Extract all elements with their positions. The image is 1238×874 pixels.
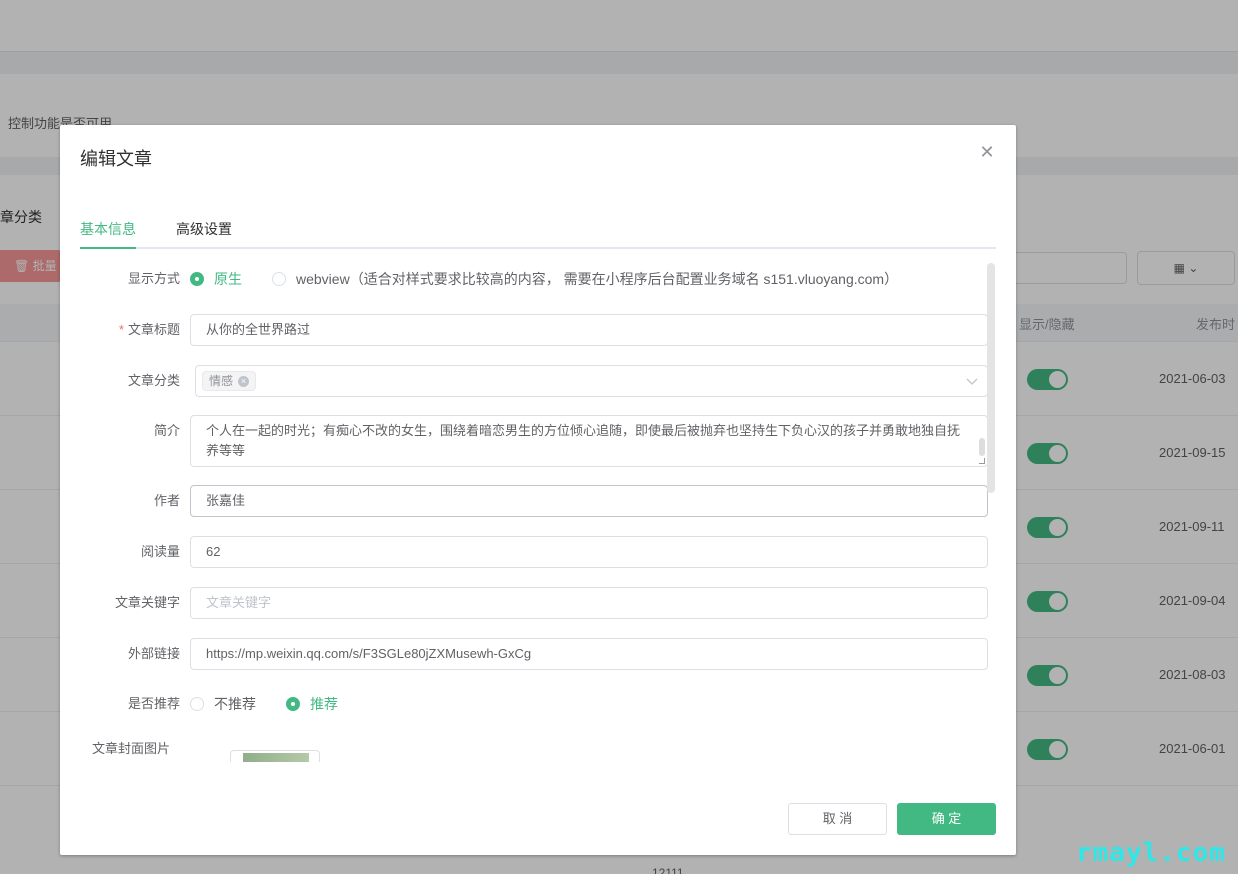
radio-native[interactable]: 原生 (190, 269, 242, 289)
summary-textarea[interactable]: 个人在一起的时光；有痴心不改的女生，围绕着暗恋男生的方位倾心追随，即使最后被抛弃… (190, 415, 988, 467)
recommend-radio-group: 不推荐 推荐 (190, 688, 368, 720)
form-row-keywords: 文章关键字 文章关键字 (80, 587, 988, 619)
link-input[interactable]: https://mp.weixin.qq.com/s/F3SGLe80jZXMu… (190, 638, 988, 670)
active-tab-indicator (80, 247, 136, 249)
summary-label: 简介 (153, 423, 180, 438)
keywords-input[interactable]: 文章关键字 (190, 587, 988, 619)
required-asterisk: * (118, 322, 124, 337)
watermark: rmayl.com (1076, 838, 1226, 868)
radio-dot (190, 272, 204, 286)
display-mode-radio-group: 原生 webview（适合对样式要求比较高的内容， 需要在小程序后台配置业务域名… (190, 263, 928, 295)
title-input[interactable]: 从你的全世界路过 (190, 314, 988, 346)
summary-text: 个人在一起的时光；有痴心不改的女生，围绕着暗恋男生的方位倾心追随，即使最后被抛弃… (206, 423, 961, 458)
form-row-title: * 文章标题 从你的全世界路过 (80, 314, 988, 346)
tab-advanced-settings[interactable]: 高级设置 (176, 219, 232, 239)
tag-close-icon[interactable]: × (238, 375, 250, 387)
tab-basic-info[interactable]: 基本信息 (80, 219, 136, 239)
cover-image-thumbnail (243, 753, 309, 762)
dialog-title: 编辑文章 (80, 149, 152, 169)
cover-image-uploader[interactable] (230, 750, 320, 762)
radio-dot (286, 697, 300, 711)
form-row-summary: 简介 个人在一起的时光；有痴心不改的女生，围绕着暗恋男生的方位倾心追随，即使最后… (80, 415, 988, 467)
form-row-cover: 文章封面图片 (80, 740, 988, 763)
author-input[interactable]: 张嘉佳 (190, 485, 988, 517)
confirm-button[interactable]: 确 定 (897, 803, 996, 835)
textarea-scrollbar[interactable] (979, 438, 985, 456)
radio-dot (190, 697, 204, 711)
radio-recommend-label: 推荐 (310, 696, 338, 712)
category-select[interactable]: 情感 × (195, 365, 988, 397)
display-mode-label: 显示方式 (127, 271, 180, 286)
tab-bar: 基本信息 高级设置 (80, 215, 996, 249)
radio-webview-label: webview（适合对样式要求比较高的内容， 需要在小程序后台配置业务域名 s1… (296, 271, 899, 287)
category-tag: 情感 × (202, 371, 257, 391)
keywords-placeholder: 文章关键字 (206, 595, 272, 610)
title-label-text: 文章标题 (127, 322, 180, 337)
author-label: 作者 (153, 493, 180, 508)
radio-dot (272, 272, 286, 286)
views-input[interactable]: 62 (190, 536, 988, 568)
views-label: 阅读量 (140, 544, 180, 559)
form-row-recommend: 是否推荐 不推荐 推荐 (80, 688, 988, 720)
radio-not-recommend[interactable]: 不推荐 (190, 694, 256, 714)
title-label: * 文章标题 (80, 314, 180, 346)
cancel-button[interactable]: 取 消 (788, 803, 887, 835)
link-label: 外部链接 (127, 646, 180, 661)
radio-native-label: 原生 (214, 271, 242, 287)
edit-article-dialog: 编辑文章 ✕ 基本信息 高级设置 显示方式 原生 webview（适合对样式要求… (60, 125, 1016, 855)
category-label: 文章分类 (127, 373, 180, 388)
form-row-category: 文章分类 情感 × (80, 365, 988, 397)
form-row-display-mode: 显示方式 原生 webview（适合对样式要求比较高的内容， 需要在小程序后台配… (80, 263, 988, 295)
form-row-author: 作者 张嘉佳 (80, 485, 988, 517)
keywords-label: 文章关键字 (114, 595, 180, 610)
cover-label: 文章封面图片 (91, 741, 170, 756)
category-tag-label: 情感 (209, 374, 234, 388)
form-row-views: 阅读量 62 (80, 536, 988, 568)
radio-recommend[interactable]: 推荐 (286, 694, 338, 714)
form-scrollbar[interactable] (987, 263, 995, 493)
form-row-link: 外部链接 https://mp.weixin.qq.com/s/F3SGLe80… (80, 638, 988, 670)
recommend-label: 是否推荐 (127, 696, 180, 711)
radio-not-recommend-label: 不推荐 (214, 696, 256, 712)
radio-webview[interactable]: webview（适合对样式要求比较高的内容， 需要在小程序后台配置业务域名 s1… (272, 269, 898, 289)
resize-handle-icon[interactable] (979, 458, 985, 464)
close-icon[interactable]: ✕ (978, 143, 996, 161)
article-form: 显示方式 原生 webview（适合对样式要求比较高的内容， 需要在小程序后台配… (80, 263, 996, 763)
chevron-down-icon (966, 378, 978, 385)
